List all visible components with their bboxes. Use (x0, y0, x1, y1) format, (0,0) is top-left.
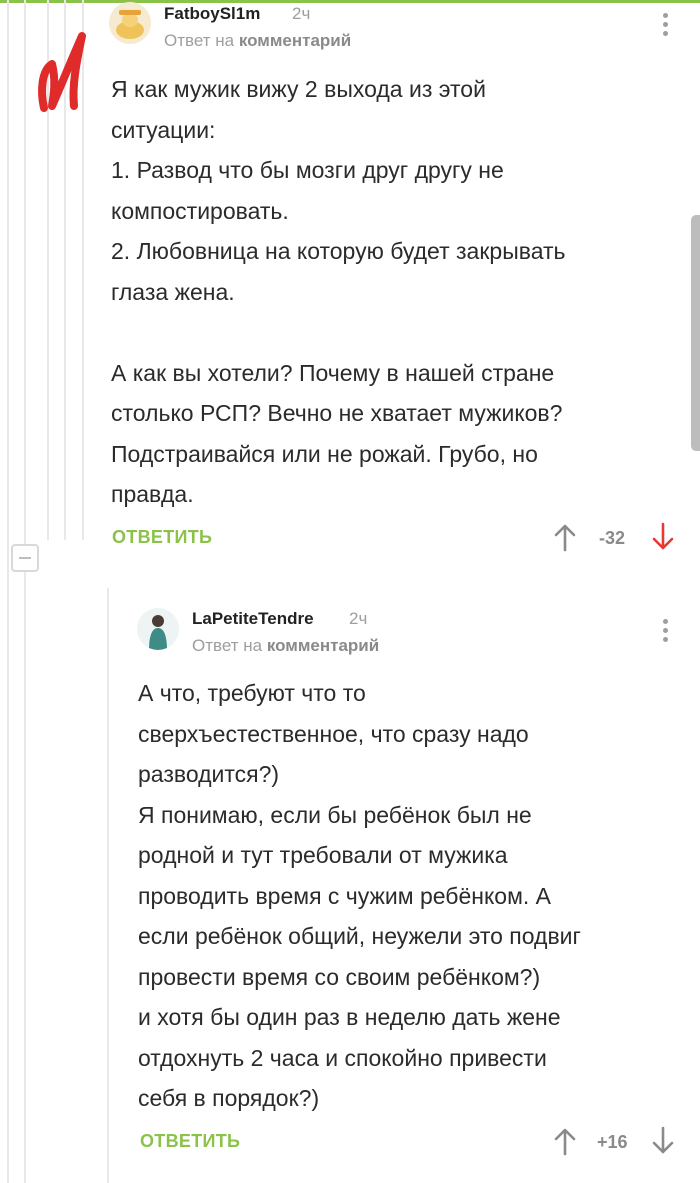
arrow-down-icon[interactable] (651, 522, 675, 552)
comment-time: 2ч (349, 609, 368, 628)
more-options-icon[interactable] (655, 10, 675, 40)
comment-fatboyslim: FatboySl1m 2ч Ответ на комментарий Я как… (0, 0, 700, 560)
user-avatar-icon (109, 2, 151, 44)
reply-info: Ответ на комментарий (192, 636, 379, 656)
reply-prefix: Ответ на (164, 31, 235, 50)
comment-lapetitetendre: LaPetiteTendre 2ч Ответ на комментарий А… (0, 590, 700, 1183)
more-options-icon[interactable] (655, 616, 675, 646)
avatar[interactable] (109, 2, 151, 44)
avatar[interactable] (137, 608, 179, 650)
comment-author[interactable]: LaPetiteTendre (192, 609, 314, 629)
rating-value: +16 (597, 1132, 628, 1152)
comment-body: А что, требуют что то сверхъестественное… (138, 680, 581, 1111)
reply-target-link[interactable]: комментарий (239, 31, 351, 50)
reply-button[interactable]: ОТВЕТИТЬ (112, 527, 212, 548)
reply-info: Ответ на комментарий (164, 31, 351, 51)
scrollbar[interactable] (691, 215, 700, 451)
comment-author[interactable]: FatboySl1m (164, 4, 260, 24)
reply-prefix: Ответ на (192, 636, 263, 655)
arrow-up-icon[interactable] (553, 522, 577, 552)
reply-target-link[interactable]: комментарий (267, 636, 379, 655)
arrow-up-icon[interactable] (553, 1126, 577, 1156)
arrow-down-icon[interactable] (651, 1126, 675, 1156)
comment-body: Я как мужик вижу 2 выхода из этой ситуац… (111, 76, 566, 507)
reply-button[interactable]: ОТВЕТИТЬ (140, 1131, 240, 1152)
user-avatar-icon (137, 608, 179, 650)
comment-time: 2ч (292, 4, 311, 23)
rating-value: -32 (599, 528, 626, 548)
